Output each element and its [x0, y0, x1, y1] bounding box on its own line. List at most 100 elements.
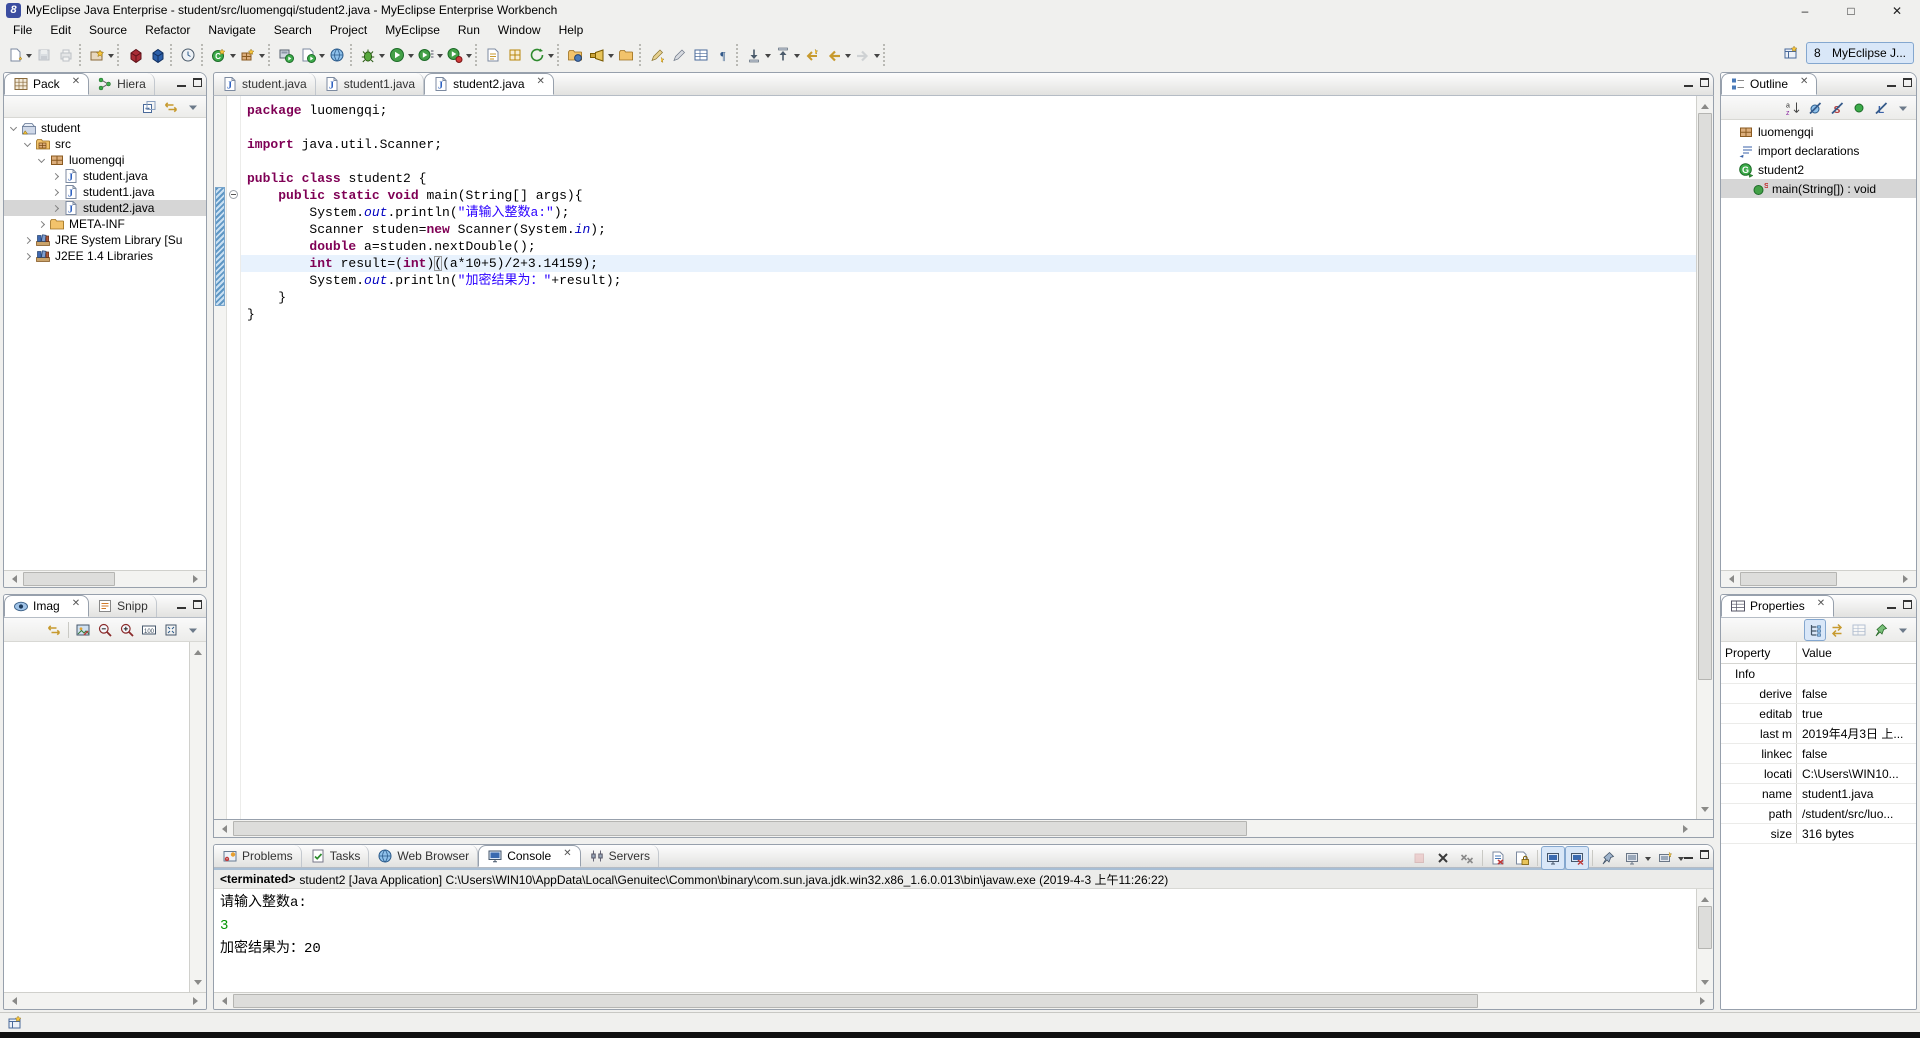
- package-module-button[interactable]: [146, 44, 168, 66]
- console-output[interactable]: 请输入整数a: 3 加密结果为：20: [214, 889, 1696, 992]
- collapse-arrow-icon[interactable]: [9, 123, 18, 131]
- link-with-editor-button[interactable]: [44, 620, 64, 640]
- run-button[interactable]: [386, 44, 408, 66]
- scroll-track[interactable]: [231, 993, 1696, 1009]
- property-row-linkec[interactable]: linkec false: [1721, 744, 1916, 764]
- display-console-button-dropdown-icon[interactable]: [1645, 857, 1651, 864]
- outline-item-main-string-void[interactable]: Smain(String[]) : void: [1721, 179, 1916, 198]
- editor-tab-student1-java[interactable]: Jstudent1.java: [316, 73, 425, 95]
- refresh-button-dropdown-icon[interactable]: [548, 54, 554, 61]
- scroll-track[interactable]: [1697, 905, 1713, 976]
- scroll-up-icon[interactable]: [190, 642, 207, 658]
- package-explorer-item-meta-inf[interactable]: META-INF: [4, 216, 206, 232]
- outline-tab-outline[interactable]: Outline ✕: [1721, 73, 1818, 95]
- minimize-view-icon[interactable]: [1887, 78, 1896, 87]
- hide-local-types-button[interactable]: L: [1871, 98, 1891, 118]
- show-stderr-button[interactable]: [1565, 846, 1589, 870]
- show-elements-button[interactable]: [690, 44, 712, 66]
- package-explorer-item-student-java[interactable]: Jstudent.java: [4, 168, 206, 184]
- console-tab-web-browser[interactable]: Web Browser: [369, 845, 479, 867]
- scroll-left-icon[interactable]: [4, 993, 21, 1009]
- outline-item-luomengqi[interactable]: luomengqi: [1721, 122, 1916, 141]
- forward-button[interactable]: [852, 44, 874, 66]
- scroll-track[interactable]: [21, 993, 189, 1009]
- print-button[interactable]: [55, 44, 77, 66]
- property-row-info[interactable]: Info: [1721, 664, 1916, 684]
- maximize-view-icon[interactable]: [1700, 850, 1709, 859]
- open-console-button[interactable]: [1654, 847, 1676, 869]
- menu-source[interactable]: Source: [80, 21, 136, 39]
- close-tab-icon[interactable]: ✕: [1811, 598, 1825, 615]
- close-tab-icon[interactable]: ✕: [531, 76, 545, 93]
- display-console-button[interactable]: [1621, 847, 1643, 869]
- forward-button-dropdown-icon[interactable]: [874, 54, 880, 61]
- console-tab-console[interactable]: Console ✕: [478, 845, 581, 867]
- image-panel-vscrollbar[interactable]: [189, 642, 206, 992]
- minimize-view-icon[interactable]: [1887, 600, 1896, 609]
- expand-arrow-icon[interactable]: [23, 252, 32, 260]
- editor-hscrollbar[interactable]: [214, 820, 1696, 837]
- show-whitespace-button[interactable]: ¶: [712, 44, 734, 66]
- new-web-project-button[interactable]: [86, 44, 108, 66]
- scroll-track[interactable]: [190, 658, 206, 976]
- value-column-header[interactable]: Value: [1797, 646, 1916, 660]
- minimize-button[interactable]: –: [1782, 0, 1828, 22]
- mark-occurrences-button[interactable]: [646, 44, 668, 66]
- outline-item-student2[interactable]: Gstudent2: [1721, 160, 1916, 179]
- pin-to-selection-button[interactable]: [1871, 620, 1891, 640]
- image-panel-hscrollbar[interactable]: [4, 992, 206, 1009]
- property-column-header[interactable]: Property: [1721, 642, 1797, 663]
- menu-refactor[interactable]: Refactor: [136, 21, 199, 39]
- deploy-module-button[interactable]: [124, 44, 146, 66]
- menu-window[interactable]: Window: [489, 21, 550, 39]
- package-explorer-item-j2ee-1-4-libraries[interactable]: J2EE 1.4 Libraries: [4, 248, 206, 264]
- run-last-button-dropdown-icon[interactable]: [437, 54, 443, 61]
- run-button-dropdown-icon[interactable]: [408, 54, 414, 61]
- menu-file[interactable]: File: [4, 21, 41, 39]
- property-row-path[interactable]: path/student/src/luo...: [1721, 804, 1916, 824]
- show-categories-button[interactable]: [1804, 618, 1826, 641]
- fast-view-icon[interactable]: [4, 1012, 26, 1034]
- search-button-dropdown-icon[interactable]: [608, 54, 614, 61]
- package-explorer-item-student1-java[interactable]: Jstudent1.java: [4, 184, 206, 200]
- outline-item-import-declarations[interactable]: import declarations: [1721, 141, 1916, 160]
- property-row-size[interactable]: size 316 bytes: [1721, 824, 1916, 844]
- scroll-track[interactable]: [21, 571, 189, 587]
- open-resource-button[interactable]: [615, 44, 637, 66]
- web-browser-button[interactable]: [177, 44, 199, 66]
- back-button[interactable]: [823, 44, 845, 66]
- minimize-view-icon[interactable]: [1684, 850, 1693, 859]
- property-row-locati[interactable]: locati C:\Users\WIN10...: [1721, 764, 1916, 784]
- property-row-derive[interactable]: derive false: [1721, 684, 1916, 704]
- package-explorer-item-luomengqi[interactable]: luomengqi: [4, 152, 206, 168]
- collapse-arrow-icon[interactable]: [37, 155, 46, 163]
- new-jsp-button[interactable]: [482, 44, 504, 66]
- run-on-server-button[interactable]: [275, 44, 297, 66]
- annotation-ruler[interactable]: [214, 96, 227, 819]
- scroll-left-icon[interactable]: [214, 993, 231, 1009]
- scroll-right-icon[interactable]: [1679, 821, 1696, 837]
- minimize-view-icon[interactable]: [1684, 78, 1693, 87]
- menu-edit[interactable]: Edit: [41, 21, 80, 39]
- profile-button-dropdown-icon[interactable]: [466, 54, 472, 61]
- outline-hscrollbar[interactable]: [1721, 570, 1916, 587]
- scroll-right-icon[interactable]: [1696, 993, 1713, 1009]
- scroll-track[interactable]: [231, 820, 1679, 837]
- console-tab-tasks[interactable]: Tasks: [302, 845, 370, 867]
- hide-static-members-button[interactable]: S: [1827, 98, 1847, 118]
- remove-all-launches-button[interactable]: [1456, 847, 1478, 869]
- new-java-package-button-dropdown-icon[interactable]: [259, 54, 265, 61]
- close-tab-icon[interactable]: ✕: [557, 848, 571, 865]
- close-button[interactable]: ✕: [1874, 0, 1920, 22]
- expand-arrow-icon[interactable]: [51, 172, 60, 180]
- run-jsp-button[interactable]: [297, 44, 319, 66]
- remove-launch-button[interactable]: [1432, 847, 1454, 869]
- minimize-view-icon[interactable]: [177, 78, 186, 87]
- profile-button[interactable]: [444, 44, 466, 66]
- expand-arrow-icon[interactable]: [23, 236, 32, 244]
- new-java-class-button-dropdown-icon[interactable]: [230, 54, 236, 61]
- zoom-out-button[interactable]: [95, 620, 115, 640]
- menu-myeclipse[interactable]: MyEclipse: [376, 21, 449, 39]
- collapse-arrow-icon[interactable]: [23, 139, 32, 147]
- minimize-view-icon[interactable]: [177, 600, 186, 609]
